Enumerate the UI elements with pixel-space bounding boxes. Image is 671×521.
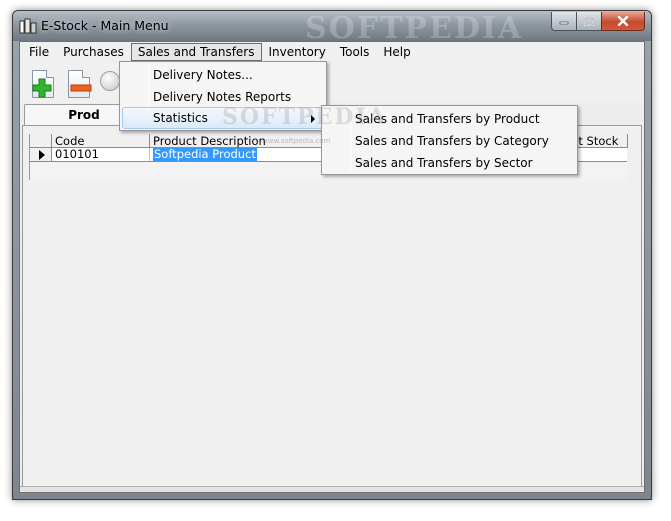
menu-sales-and-transfers[interactable]: Sales and Transfers xyxy=(130,43,262,61)
toolbar xyxy=(20,63,644,103)
circle-icon[interactable] xyxy=(100,71,120,91)
column-header-code[interactable]: Code xyxy=(52,134,150,148)
tab-panel: Code Product Description ent Stock 01010… xyxy=(22,125,642,490)
menu-help[interactable]: Help xyxy=(376,43,417,61)
menu-item-delivery-notes[interactable]: Delivery Notes... xyxy=(122,64,324,86)
minus-icon xyxy=(70,84,92,92)
title-bar[interactable]: E-Stock - Main Menu SOFTPEDIA xyxy=(13,11,651,46)
menu-file[interactable]: File xyxy=(22,43,56,61)
selected-description-text: Softpedia Product xyxy=(153,148,257,161)
add-button[interactable] xyxy=(28,68,58,100)
plus-icon xyxy=(32,78,52,98)
minimize-button[interactable] xyxy=(551,12,577,31)
menu-inventory[interactable]: Inventory xyxy=(262,43,333,61)
menu-item-statistics-label: Statistics xyxy=(153,111,208,125)
grid-header-indicator xyxy=(30,134,52,148)
main-window: E-Stock - Main Menu SOFTPEDIA File Purch… xyxy=(12,10,652,500)
maximize-icon xyxy=(584,16,594,26)
softpedia-watermark: SOFTPEDIA xyxy=(222,104,387,130)
caption-buttons xyxy=(551,12,645,32)
menu-tools[interactable]: Tools xyxy=(333,43,377,61)
softpedia-watermark-url: www.softpedia.com xyxy=(262,137,331,145)
close-button[interactable] xyxy=(601,12,645,31)
remove-button[interactable] xyxy=(64,68,94,100)
window-title: E-Stock - Main Menu xyxy=(41,18,169,33)
cell-code[interactable]: 010101 xyxy=(52,148,150,161)
menu-purchases[interactable]: Purchases xyxy=(56,43,131,61)
menu-item-sales-by-sector[interactable]: Sales and Transfers by Sector xyxy=(324,152,575,174)
minimize-icon xyxy=(559,21,569,25)
menu-item-sales-by-category[interactable]: Sales and Transfers by Category xyxy=(324,130,575,152)
close-icon xyxy=(617,16,629,26)
menu-bar: File Purchases Sales and Transfers Inven… xyxy=(20,42,644,62)
row-indicator-icon xyxy=(30,148,52,161)
status-bar xyxy=(20,486,644,492)
maximize-button[interactable] xyxy=(576,12,602,31)
app-icon xyxy=(19,18,37,34)
